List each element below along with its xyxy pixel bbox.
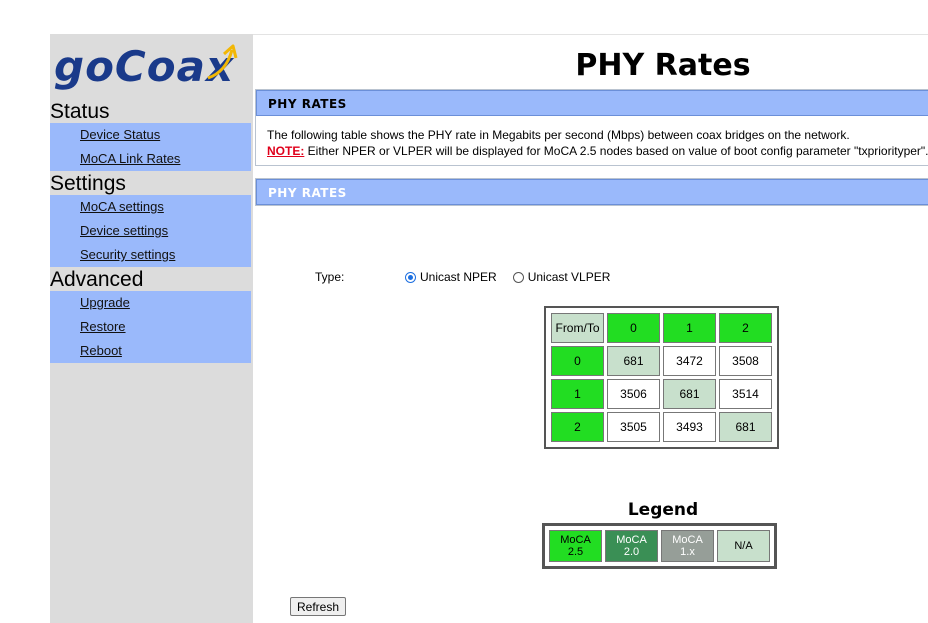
phy-rates-table-panel: PHY RATES [255, 178, 928, 206]
swoosh-arrow-icon [207, 44, 238, 80]
type-label: Type: [315, 270, 345, 284]
security-settings-link[interactable]: Security settings [80, 247, 175, 262]
legend-title: Legend [627, 500, 699, 520]
rate-cell: 3508 [719, 346, 772, 376]
legend-row: MoCA 2.5 MoCA 2.0 MoCA 1.x N/A [549, 530, 770, 562]
menu-group-advanced: Upgrade Restore Reboot [50, 291, 251, 363]
rate-cell: 681 [719, 412, 772, 442]
section-settings: Settings [50, 172, 126, 195]
legend-moca-2-0: MoCA 2.0 [605, 530, 658, 562]
phy-rates-info-panel: PHY RATES The following table shows the … [255, 89, 928, 166]
sidebar-item-moca-settings[interactable]: MoCA settings [50, 195, 251, 219]
legend-moca-2-5: MoCA 2.5 [549, 530, 602, 562]
moca-settings-link[interactable]: MoCA settings [80, 199, 164, 214]
note-text: Either NPER or VLPER will be displayed f… [304, 144, 928, 158]
row-header: 0 [551, 346, 604, 376]
description-text: The following table shows the PHY rate i… [267, 128, 850, 142]
column-header: 0 [607, 313, 660, 343]
row-header: 1 [551, 379, 604, 409]
note-label: NOTE: [267, 144, 305, 158]
column-header: 1 [663, 313, 716, 343]
rate-cell: 3472 [663, 346, 716, 376]
legend-moca-1-x: MoCA 1.x [661, 530, 714, 562]
top-divider [253, 34, 928, 35]
rate-cell: 3514 [719, 379, 772, 409]
page-title: PHY Rates [575, 48, 751, 83]
sidebar-item-device-settings[interactable]: Device settings [50, 219, 251, 243]
rate-cell: 3493 [663, 412, 716, 442]
section-advanced: Advanced [50, 268, 144, 291]
radio-button-checked[interactable] [405, 271, 416, 283]
radio-unicast-vlper[interactable]: Unicast VLPER [512, 270, 611, 284]
row-header: 2 [551, 412, 604, 442]
menu-group-settings: MoCA settings Device settings Security s… [50, 195, 251, 267]
refresh-button[interactable]: Refresh [290, 597, 347, 616]
sidebar-item-reboot[interactable]: Reboot [50, 339, 251, 363]
rate-cell: 681 [607, 346, 660, 376]
sidebar-item-device-status[interactable]: Device Status [50, 123, 251, 147]
restore-link[interactable]: Restore [80, 319, 126, 334]
column-header: 2 [719, 313, 772, 343]
device-settings-link[interactable]: Device settings [80, 223, 168, 238]
radio-unicast-nper[interactable]: Unicast NPER [405, 270, 497, 284]
rate-cell: 3505 [607, 412, 660, 442]
table-row: 1 3506 681 3514 [551, 379, 772, 409]
from-to-header: From/To [551, 313, 604, 343]
moca-link-rates-link[interactable]: MoCA Link Rates [80, 151, 180, 166]
upgrade-link[interactable]: Upgrade [80, 295, 130, 310]
table-row: 0 681 3472 3508 [551, 346, 772, 376]
device-status-link[interactable]: Device Status [80, 127, 160, 142]
reboot-link[interactable]: Reboot [80, 343, 122, 358]
rate-cell: 3506 [607, 379, 660, 409]
panel-body: The following table shows the PHY rate i… [256, 116, 928, 165]
type-radio-group: Unicast NPER Unicast VLPER [405, 270, 626, 284]
radio-button[interactable] [512, 271, 524, 283]
sidebar-item-upgrade[interactable]: Upgrade [50, 291, 251, 315]
sidebar-item-security-settings[interactable]: Security settings [50, 243, 251, 267]
section-status: Status [50, 100, 110, 123]
page-title-container: PHY Rates [253, 48, 928, 88]
phy-rates-table: From/To 0 1 2 0 681 3472 3508 1 3506 681… [544, 306, 779, 449]
rate-cell: 681 [663, 379, 716, 409]
panel-header: PHY RATES [256, 179, 928, 205]
table-row: 2 3505 3493 681 [551, 412, 772, 442]
gocoax-logo: goCoax [54, 40, 244, 98]
sidebar-item-restore[interactable]: Restore [50, 315, 251, 339]
radio-label[interactable]: Unicast VLPER [528, 270, 611, 284]
menu-group-status: Device Status MoCA Link Rates [50, 123, 251, 171]
legend-na: N/A [717, 530, 770, 562]
legend-table: MoCA 2.5 MoCA 2.0 MoCA 1.x N/A [542, 523, 777, 569]
sidebar-item-moca-link-rates[interactable]: MoCA Link Rates [50, 147, 251, 171]
radio-label[interactable]: Unicast NPER [420, 270, 497, 284]
sidebar: goCoax Status Device Status MoCA Link Ra… [50, 34, 253, 623]
note-line: NOTE: Either NPER or VLPER will be displ… [267, 143, 928, 159]
panel-header: PHY RATES [256, 90, 928, 116]
table-header-row: From/To 0 1 2 [551, 313, 772, 343]
